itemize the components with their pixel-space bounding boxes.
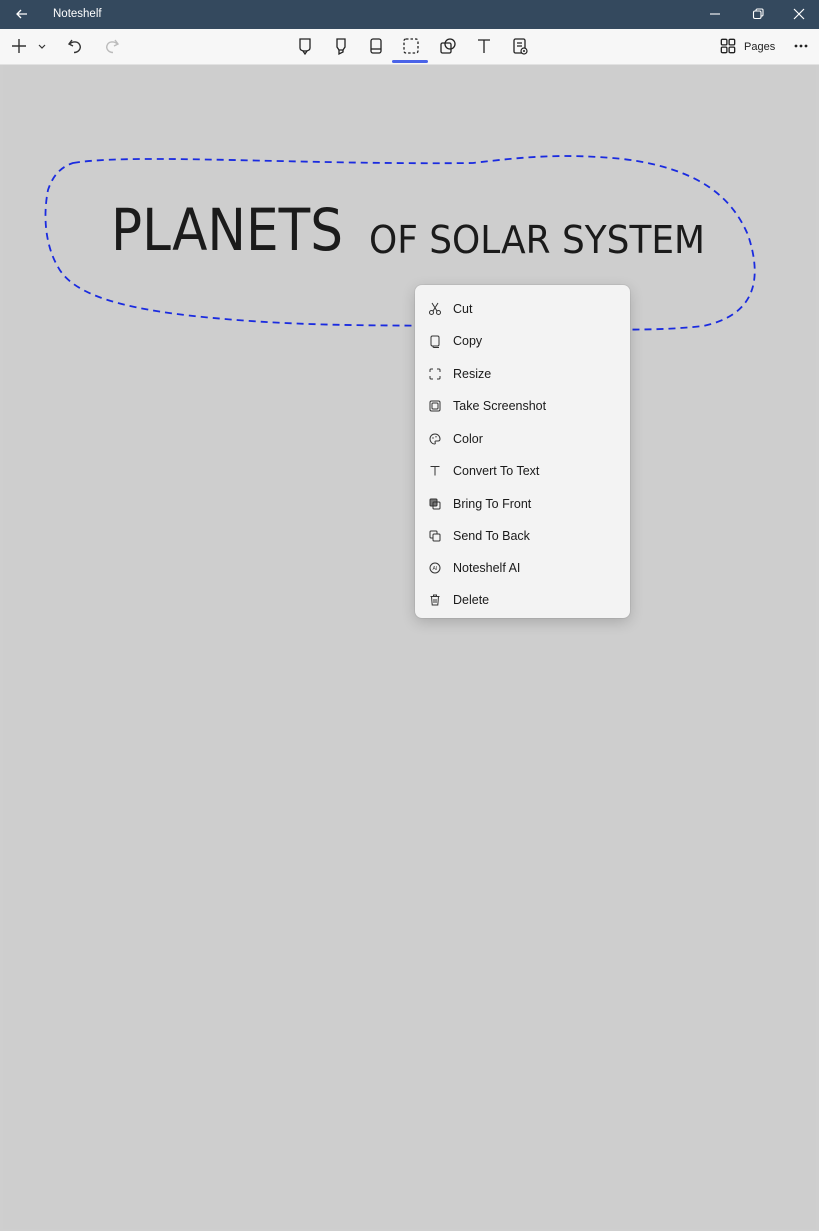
app-title: Noteshelf <box>53 8 102 20</box>
menu-item-color[interactable]: Color <box>415 424 630 456</box>
menu-item-delete[interactable]: Delete <box>415 585 630 617</box>
menu-item-bring-to-front[interactable]: Bring To Front <box>415 489 630 521</box>
text-icon <box>428 464 442 478</box>
menu-item-send-to-back[interactable]: Send To Back <box>415 521 630 553</box>
trash-icon <box>428 593 442 607</box>
menu-item-label: Bring To Front <box>453 497 532 511</box>
bring-to-front-icon <box>428 497 442 511</box>
menu-item-label: Resize <box>453 367 492 381</box>
eraser-icon[interactable] <box>366 36 386 56</box>
palette-icon <box>428 432 442 446</box>
menu-item-copy[interactable]: Copy <box>415 326 630 358</box>
minimize-icon[interactable] <box>706 5 724 23</box>
close-icon[interactable] <box>790 5 808 23</box>
menu-item-convert-to-text[interactable]: Convert To Text <box>415 456 630 488</box>
send-to-back-icon <box>428 529 442 543</box>
copy-icon <box>428 334 442 348</box>
chevron-down-icon[interactable] <box>32 36 46 56</box>
note-canvas[interactable]: PLANETS OF SOLAR SYSTEM <box>3 65 816 1229</box>
redo-icon[interactable] <box>101 36 121 56</box>
context-menu: Cut Copy Resize Take Screenshot Color Co… <box>415 285 630 618</box>
menu-item-label: Convert To Text <box>453 464 540 478</box>
restore-icon[interactable] <box>749 5 767 23</box>
menu-item-take-screenshot[interactable]: Take Screenshot <box>415 391 630 423</box>
title-bar: Noteshelf <box>0 0 819 29</box>
menu-item-label: Send To Back <box>453 529 530 543</box>
menu-item-resize[interactable]: Resize <box>415 359 630 391</box>
active-tool-indicator <box>392 60 428 63</box>
scissors-icon <box>428 302 442 316</box>
menu-item-label: Color <box>453 432 483 446</box>
menu-item-label: Copy <box>453 334 483 348</box>
undo-icon[interactable] <box>66 36 86 56</box>
toolbar: Pages <box>0 29 819 65</box>
shapes-icon[interactable] <box>438 36 458 56</box>
text-icon[interactable] <box>474 36 494 56</box>
highlighter-icon[interactable] <box>331 36 351 56</box>
lasso-icon[interactable] <box>401 36 421 56</box>
menu-item-label: Delete <box>453 593 490 607</box>
svg-text:AI: AI <box>433 566 438 572</box>
lasso-selection[interactable]: PLANETS OF SOLAR SYSTEM <box>3 65 816 465</box>
screenshot-icon <box>428 399 442 413</box>
grid-icon[interactable] <box>718 36 736 56</box>
more-icon[interactable] <box>791 36 811 56</box>
menu-item-noteshelf-ai[interactable]: AI Noteshelf AI <box>415 553 630 585</box>
handwriting-planets: PLANETS <box>111 196 343 264</box>
menu-item-cut[interactable]: Cut <box>415 294 630 326</box>
pages-button-label[interactable]: Pages <box>744 41 775 53</box>
handwriting-subtitle: OF SOLAR SYSTEM <box>369 218 705 262</box>
pen-icon[interactable] <box>295 36 315 56</box>
menu-item-label: Noteshelf AI <box>453 561 521 575</box>
resize-icon <box>428 367 442 381</box>
present-icon[interactable] <box>510 36 530 56</box>
menu-item-label: Cut <box>453 302 473 316</box>
plus-icon[interactable] <box>9 36 29 56</box>
arrow-left-icon[interactable] <box>13 5 31 23</box>
ai-icon: AI <box>428 561 442 575</box>
menu-item-label: Take Screenshot <box>453 399 547 413</box>
